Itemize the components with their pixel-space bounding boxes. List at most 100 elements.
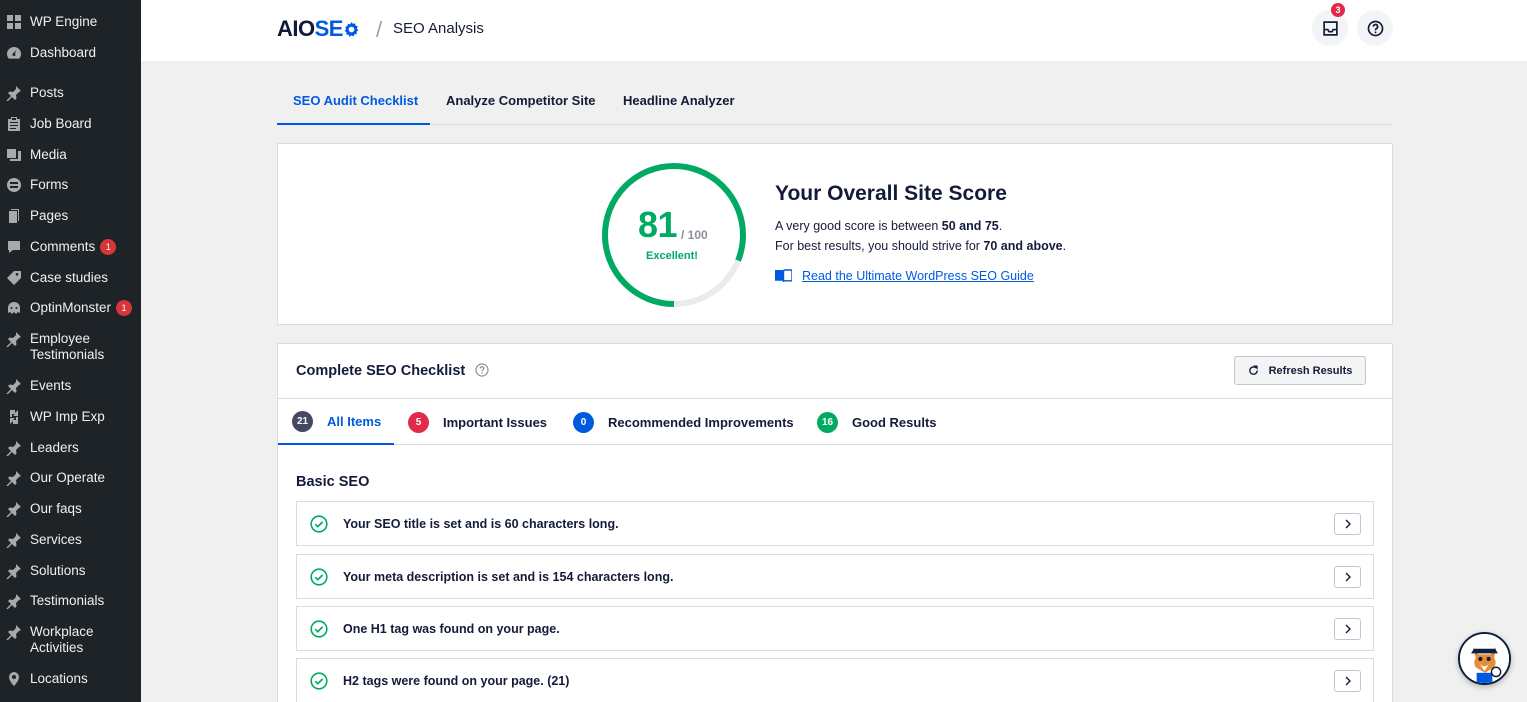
pin-icon	[6, 440, 22, 456]
book-icon	[775, 269, 792, 283]
check-circle-icon	[310, 567, 328, 586]
sidebar-item-workplace-activities[interactable]: Workplace Activities	[0, 624, 141, 656]
pin-icon	[6, 378, 22, 394]
sidebar-item-our-operate[interactable]: Our Operate	[0, 470, 141, 486]
sidebar-item-label: Job Board	[30, 116, 92, 131]
sidebar-item-our-faqs[interactable]: Our faqs	[0, 501, 141, 517]
sidebar-item-events[interactable]: Events	[0, 378, 141, 394]
location-icon	[6, 671, 22, 687]
sidebar-item-dashboard[interactable]: Dashboard	[0, 45, 141, 61]
sidebar-item-optinmonster[interactable]: OptinMonster 1	[0, 300, 141, 316]
sidebar-item-label: Media	[30, 147, 67, 162]
sidebar-item-label: Dashboard	[30, 45, 97, 60]
pin-icon	[6, 563, 22, 579]
forms-icon	[6, 177, 22, 193]
filter-good-results[interactable]: 16 Good Results	[803, 399, 937, 445]
checklist-row[interactable]: One H1 tag was found on your page.	[296, 606, 1374, 651]
seo-analysis-tabs: SEO Audit Checklist Analyze Competitor S…	[277, 79, 1392, 125]
expand-button[interactable]	[1334, 618, 1361, 640]
seo-guide-link[interactable]: Read the Ultimate WordPress SEO Guide	[775, 269, 1034, 283]
filter-recommended-improvements[interactable]: 0 Recommended Improvements	[559, 399, 794, 445]
filter-label: Important Issues	[443, 414, 548, 430]
score-description-line-1: A very good score is between 50 and 75.	[775, 219, 1003, 233]
dashboard-icon	[6, 45, 22, 61]
sidebar-item-wp-engine[interactable]: WP Engine	[0, 14, 141, 30]
aioseo-header: AIO SE / SEO Analysis 3	[141, 0, 1527, 61]
grid-icon	[6, 14, 22, 30]
sidebar-item-solutions[interactable]: Solutions	[0, 563, 141, 579]
tab-headline-analyzer[interactable]: Headline Analyzer	[623, 79, 735, 125]
notifications-count-badge: 3	[1331, 3, 1345, 17]
chevron-right-icon	[1345, 572, 1351, 582]
sidebar-item-label: Leaders	[30, 440, 79, 455]
sidebar-item-label: WP Engine	[30, 14, 98, 29]
sidebar-item-testimonials[interactable]: Testimonials	[0, 593, 141, 609]
sidebar-item-label: Our faqs	[30, 501, 82, 516]
sidebar-item-employee-testimonials[interactable]: Employee Testimonials	[0, 331, 141, 363]
sidebar-item-label: Comments 1	[30, 239, 117, 255]
score-value: 81	[638, 204, 678, 245]
checklist-row[interactable]: Your meta description is set and is 154 …	[296, 554, 1374, 599]
sidebar-item-comments[interactable]: Comments 1	[0, 239, 141, 255]
sidebar-item-job-board[interactable]: Job Board	[0, 116, 141, 132]
help-icon	[1367, 20, 1383, 36]
pages-icon	[6, 208, 22, 224]
sidebar-item-label: Pages	[30, 208, 69, 223]
tab-analyze-competitor-site[interactable]: Analyze Competitor Site	[446, 79, 596, 125]
sidebar-item-label: Employee Testimonials	[30, 331, 105, 362]
refresh-icon	[1248, 365, 1258, 375]
expand-button[interactable]	[1334, 566, 1361, 588]
sidebar-item-label: Case studies	[30, 270, 109, 285]
checklist-row[interactable]: H2 tags were found on your page. (21)	[296, 658, 1374, 702]
pin-icon	[6, 501, 22, 517]
filter-label: All Items	[327, 413, 382, 429]
checklist-row-text: One H1 tag was found on your page.	[343, 621, 560, 636]
monster-icon	[6, 300, 22, 316]
score-label: Excellent!	[646, 250, 698, 262]
sidebar-item-leaders[interactable]: Leaders	[0, 440, 141, 456]
sidebar-item-pages[interactable]: Pages	[0, 208, 141, 224]
filter-important-issues[interactable]: 5 Important Issues	[394, 399, 547, 445]
support-mascot-button[interactable]	[1458, 632, 1511, 685]
sidebar-item-label: Locations	[30, 671, 88, 686]
check-circle-icon	[310, 671, 328, 690]
help-button[interactable]	[1357, 10, 1393, 46]
refresh-results-label: Refresh Results	[1268, 364, 1353, 377]
filter-label: Recommended Improvements	[608, 414, 794, 430]
sidebar-item-wp-imp-exp[interactable]: WP Imp Exp	[0, 409, 141, 425]
sidebar-item-forms[interactable]: Forms	[0, 177, 141, 193]
notifications-button[interactable]	[1312, 10, 1348, 46]
tab-seo-audit-checklist[interactable]: SEO Audit Checklist	[277, 79, 430, 125]
comments-count-badge: 1	[100, 239, 117, 255]
site-score-card: 81 / 100 Excellent! Your Overall Site Sc…	[277, 143, 1393, 325]
checklist-row[interactable]: Your SEO title is set and is 60 characte…	[296, 501, 1374, 546]
sidebar-item-locations[interactable]: Locations	[0, 671, 141, 687]
sidebar-item-label: Services	[30, 532, 82, 547]
expand-button[interactable]	[1334, 513, 1361, 535]
sidebar-item-posts[interactable]: Posts	[0, 85, 141, 101]
sidebar-item-label: Testimonials	[30, 593, 105, 608]
aioseo-logo[interactable]: AIO SE	[277, 16, 359, 42]
help-icon[interactable]	[475, 363, 489, 377]
sidebar-item-label: Events	[30, 378, 72, 393]
sidebar-item-case-studies[interactable]: Case studies	[0, 270, 141, 286]
sidebar-item-label: Workplace Activities	[30, 624, 94, 655]
sidebar-item-label: WP Imp Exp	[30, 409, 105, 424]
sidebar-item-media[interactable]: Media	[0, 147, 141, 163]
count-badge: 16	[817, 411, 838, 433]
seo-checklist-card: Complete SEO Checklist Refresh Results 2…	[277, 343, 1393, 702]
sidebar-item-label: Forms	[30, 177, 69, 192]
admin-sidebar: WP Engine Dashboard Posts Job Board Medi…	[0, 0, 141, 702]
breadcrumb-separator: /	[376, 17, 383, 42]
refresh-results-button[interactable]: Refresh Results	[1234, 356, 1366, 385]
check-circle-icon	[310, 514, 328, 533]
sidebar-item-label: OptinMonster 1	[30, 300, 133, 316]
sidebar-item-services[interactable]: Services	[0, 532, 141, 548]
import-export-icon	[6, 409, 22, 425]
filter-all-items[interactable]: 21 All Items	[278, 399, 394, 445]
logo-aio-text: AIO	[277, 16, 315, 41]
tag-icon	[6, 270, 22, 286]
chevron-right-icon	[1345, 624, 1351, 634]
expand-button[interactable]	[1334, 670, 1361, 692]
checklist-row-text: Your SEO title is set and is 60 characte…	[343, 516, 619, 531]
